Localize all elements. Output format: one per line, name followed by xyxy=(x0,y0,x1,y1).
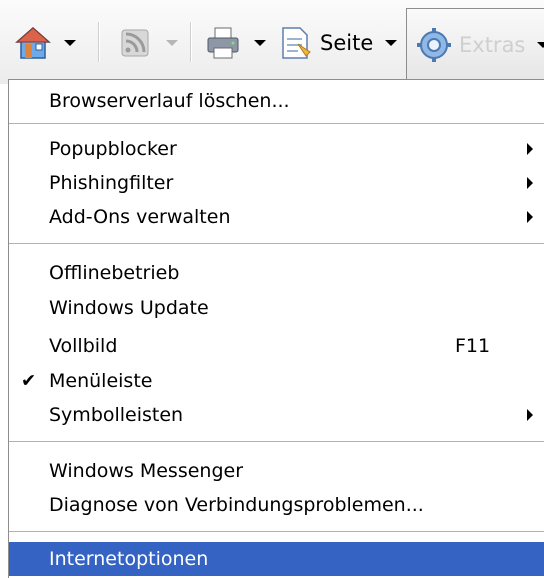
menu-separator xyxy=(9,531,544,533)
menu-item-menu-bar[interactable]: ✔ Menüleiste xyxy=(9,364,544,398)
checkmark-icon: ✔ xyxy=(21,370,37,392)
menu-item-label: Browserverlauf löschen... xyxy=(49,90,290,112)
feeds-button[interactable] xyxy=(116,18,178,68)
page-menu-button[interactable]: Seite xyxy=(276,18,398,68)
menu-item-windows-update[interactable]: Windows Update xyxy=(9,291,544,325)
submenu-arrow-icon xyxy=(527,409,533,421)
page-menu-label: Seite xyxy=(320,31,374,55)
menu-separator xyxy=(9,243,544,245)
menu-item-label: Windows Update xyxy=(49,297,209,319)
home-dropdown-arrow[interactable] xyxy=(64,40,76,46)
menu-item-delete-history[interactable]: Browserverlauf löschen... xyxy=(9,84,544,118)
menu-separator xyxy=(9,123,544,125)
menu-item-full-screen[interactable]: Vollbild F11 xyxy=(9,329,544,363)
menu-item-label: Popupblocker xyxy=(49,138,177,160)
menu-item-label: Phishingfilter xyxy=(49,172,174,194)
menu-item-label: Diagnose von Verbindungsproblemen... xyxy=(49,494,424,516)
toolbar-separator xyxy=(190,22,192,62)
tools-menu-button[interactable]: Extras xyxy=(406,8,544,80)
print-dropdown-arrow[interactable] xyxy=(254,40,266,46)
menu-item-windows-messenger[interactable]: Windows Messenger xyxy=(9,454,544,488)
menu-item-phishing-filter[interactable]: Phishingfilter xyxy=(9,166,544,200)
home-icon xyxy=(14,24,52,62)
page-icon xyxy=(276,24,314,62)
submenu-arrow-icon xyxy=(527,177,533,189)
menu-item-label: Vollbild xyxy=(49,335,118,357)
menu-separator xyxy=(9,441,544,443)
toolbar-separator xyxy=(98,22,100,62)
page-dropdown-arrow[interactable] xyxy=(385,40,398,46)
feeds-dropdown-arrow xyxy=(166,40,178,46)
print-button[interactable] xyxy=(204,18,266,68)
print-icon xyxy=(204,24,242,62)
menu-item-internet-options[interactable]: Internetoptionen xyxy=(9,542,544,576)
menu-item-toolbars[interactable]: Symbolleisten xyxy=(9,398,544,432)
menu-item-label: Windows Messenger xyxy=(49,460,244,482)
tools-dropdown-arrow[interactable] xyxy=(537,41,544,48)
tools-menu: Browserverlauf löschen... Popupblocker P… xyxy=(8,79,544,578)
home-button[interactable] xyxy=(14,18,76,68)
tools-icon xyxy=(415,26,453,64)
submenu-arrow-icon xyxy=(527,143,533,155)
menu-item-label: Symbolleisten xyxy=(49,404,184,426)
menu-item-manage-addons[interactable]: Add-Ons verwalten xyxy=(9,200,544,234)
menu-item-popup-blocker[interactable]: Popupblocker xyxy=(9,132,544,166)
menu-item-label: Offlinebetrieb xyxy=(49,262,180,284)
menu-item-label: Internetoptionen xyxy=(49,548,209,570)
tools-menu-label: Extras xyxy=(459,32,526,57)
menu-item-label: Menüleiste xyxy=(49,370,153,392)
menu-item-work-offline[interactable]: Offlinebetrieb xyxy=(9,256,544,290)
submenu-arrow-icon xyxy=(527,211,533,223)
menu-item-label: Add-Ons verwalten xyxy=(49,206,231,228)
menu-item-diagnose-connection[interactable]: Diagnose von Verbindungsproblemen... xyxy=(9,488,544,522)
command-bar: Seite Extras xyxy=(0,0,544,84)
menu-item-shortcut: F11 xyxy=(455,335,491,357)
ie-window: Seite Extras Browserverlauf löschen... P… xyxy=(0,0,544,578)
feeds-icon xyxy=(116,24,154,62)
